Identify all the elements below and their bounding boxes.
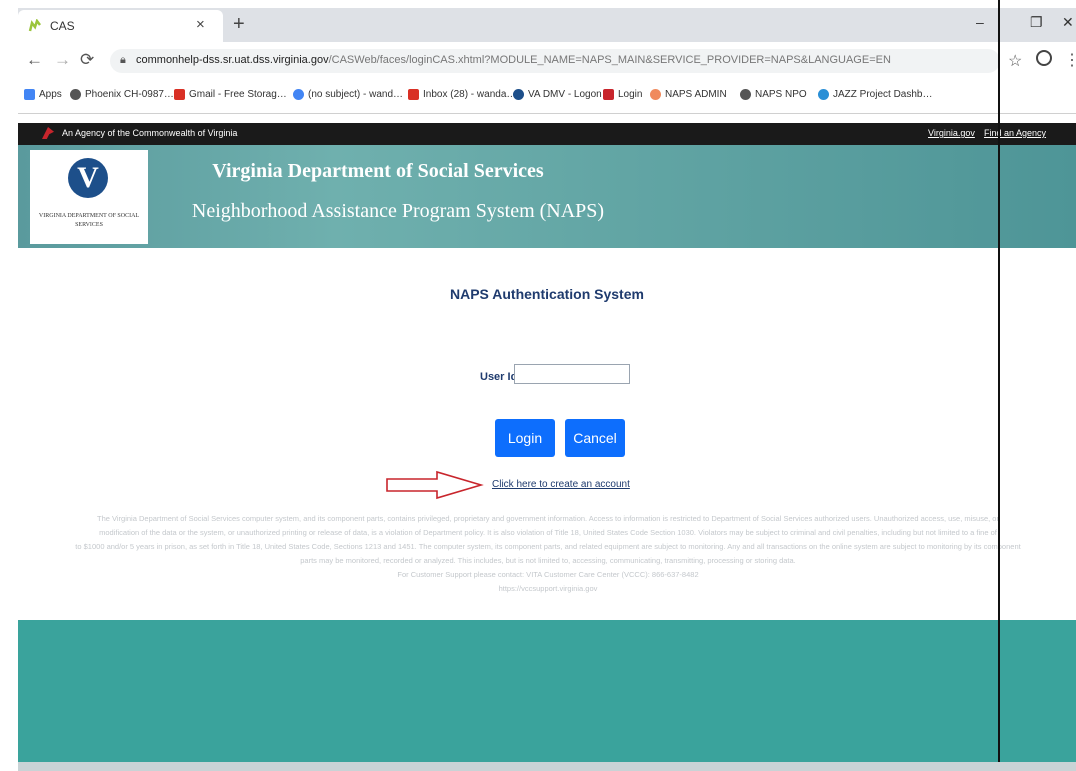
virginia-gov-link[interactable]: Virginia.gov (928, 128, 975, 138)
address-bar[interactable]: 🔒︎ commonhelp-dss.sr.uat.dss.virginia.go… (110, 49, 1000, 73)
window-edge-divider (998, 0, 1000, 771)
tab-bar: CAS × + – ❐ ✕ (18, 8, 1076, 42)
gmail-icon (408, 89, 419, 100)
bookmark-star-icon[interactable]: ☆ (1008, 51, 1022, 71)
profile-icon[interactable] (1036, 50, 1052, 66)
gmail-icon (174, 89, 185, 100)
bookmark-no-subject[interactable]: (no subject) - wand… (293, 89, 403, 100)
bookmark-naps-admin[interactable]: NAPS ADMIN (650, 89, 727, 100)
userid-input[interactable] (514, 364, 630, 384)
browser-window: CAS × + – ❐ ✕ ← → ⟳ 🔒︎ commonhelp-dss.sr… (0, 0, 1076, 771)
footer-band (18, 620, 1076, 762)
apps-grid-icon (24, 89, 35, 100)
menu-icon[interactable]: ⋮ (1064, 50, 1076, 70)
find-agency-link[interactable]: Find an Agency (984, 128, 1046, 138)
bookmark-inbox[interactable]: Inbox (28) - wanda… (408, 89, 516, 100)
navigation-bar: ← → ⟳ 🔒︎ commonhelp-dss.sr.uat.dss.virgi… (18, 42, 1076, 80)
naps-icon (650, 89, 661, 100)
legal-disclaimer: The Virginia Department of Social Servic… (20, 512, 1076, 596)
cas-favicon-icon (28, 19, 41, 32)
red-arrow-annotation-icon (386, 470, 484, 500)
globe-icon (740, 89, 751, 100)
login-icon (603, 89, 614, 100)
lock-icon: 🔒︎ (120, 54, 126, 66)
jazz-icon (818, 89, 829, 100)
create-account-link[interactable]: Click here to create an account (492, 479, 630, 490)
bookmark-va-dmv[interactable]: VA DMV - Logon (513, 89, 602, 100)
tab-cas[interactable]: CAS × (18, 10, 223, 42)
bookmark-phoenix[interactable]: Phoenix CH-0987…!! (70, 89, 180, 100)
bookmarks-bar: Apps Phoenix CH-0987…!! Gmail - Free Sto… (18, 80, 1076, 114)
virginia-flag-icon (42, 127, 54, 139)
google-icon (293, 89, 304, 100)
agency-bar: An Agency of the Commonwealth of Virgini… (18, 123, 1076, 145)
banner-title: Virginia Department of Social Services (212, 160, 544, 182)
tab-close-icon[interactable]: × (196, 16, 205, 33)
login-button[interactable]: Login (495, 419, 555, 457)
back-icon[interactable]: ← (26, 50, 43, 70)
support-link[interactable]: https://vccsupport.virginia.gov (20, 582, 1076, 596)
bookmark-jazz[interactable]: JAZZ Project Dashb… (818, 89, 932, 100)
url-text: commonhelp-dss.sr.uat.dss.virginia.gov/C… (136, 54, 891, 66)
horizontal-scrollbar[interactable] (18, 762, 1076, 771)
restore-icon[interactable]: ❐ (1030, 14, 1043, 31)
agency-text: An Agency of the Commonwealth of Virgini… (62, 128, 238, 138)
cancel-button[interactable]: Cancel (565, 419, 625, 457)
bookmark-naps-npo[interactable]: NAPS NPO (740, 89, 807, 100)
bookmark-login[interactable]: Login (603, 89, 642, 100)
page-title: NAPS Authentication System (450, 286, 644, 302)
dmv-icon (513, 89, 524, 100)
tab-title: CAS (50, 19, 75, 33)
reload-icon[interactable]: ⟳ (80, 50, 94, 70)
new-tab-icon[interactable]: + (233, 13, 245, 36)
banner-subtitle: Neighborhood Assistance Program System (… (191, 200, 605, 222)
bookmark-apps[interactable]: Apps (24, 89, 62, 100)
bookmark-gmail[interactable]: Gmail - Free Storag… (174, 89, 287, 100)
support-contact: For Customer Support please contact: VIT… (397, 570, 699, 579)
forward-icon[interactable]: → (54, 50, 71, 70)
header-banner: V VIRGINIA DEPARTMENT OF SOCIAL SERVICES… (18, 145, 1076, 248)
minimize-icon[interactable]: – (976, 14, 984, 30)
globe-icon (70, 89, 81, 100)
close-window-icon[interactable]: ✕ (1062, 14, 1074, 31)
